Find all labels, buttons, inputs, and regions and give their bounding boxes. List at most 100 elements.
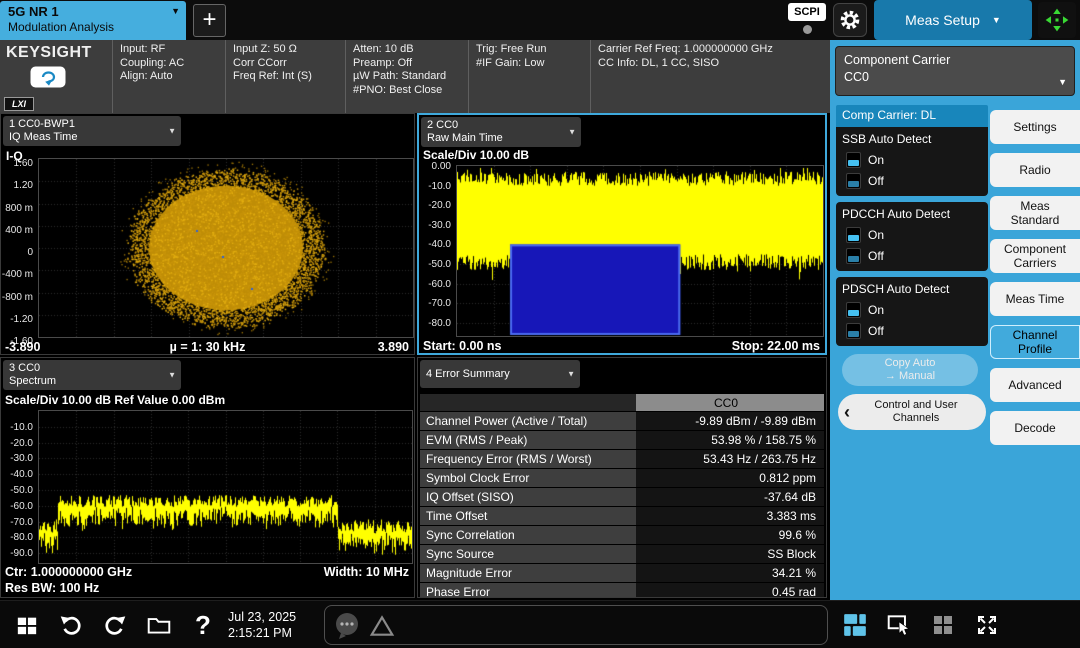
y-axis-tick: -50.0: [10, 485, 33, 496]
toggle-option-pdcch-auto-detect-off[interactable]: Off: [836, 245, 988, 266]
metric-label: EVM (RMS / Peak): [420, 431, 636, 449]
metric-value: CC0: [636, 394, 824, 411]
toggle-option-pdcch-auto-detect-on[interactable]: On: [836, 224, 988, 245]
table-header-row: CC0: [420, 394, 824, 412]
meas-setup-button[interactable]: Meas Setup ▼: [874, 0, 1032, 40]
metric-label: Channel Power (Active / Total): [420, 412, 636, 430]
annotation-bar: [324, 605, 828, 645]
speech-bubble-icon: [333, 611, 363, 641]
window-4-title-dropdown[interactable]: 4 Error Summary ▼: [420, 360, 580, 388]
metric-value: 0.45 rad: [636, 583, 824, 598]
y-axis-tick: 1.20: [14, 180, 33, 191]
toggle-option-ssb-auto-detect-off[interactable]: Off: [836, 170, 988, 191]
system-settings-button[interactable]: [833, 3, 867, 37]
spectrum-canvas[interactable]: [39, 411, 412, 563]
lxi-badge: LXI: [4, 97, 34, 111]
table-row: IQ Offset (SISO)-37.64 dB: [420, 488, 824, 507]
screen-layout-button[interactable]: [1038, 2, 1076, 38]
menu-tab-radio[interactable]: Radio: [990, 153, 1080, 187]
help-icon: ?: [195, 610, 211, 641]
table-row: Sync SourceSS Block: [420, 545, 824, 564]
error-summary-table: CC0Channel Power (Active / Total)-9.89 d…: [420, 394, 824, 598]
grid-layout-button[interactable]: [924, 606, 962, 644]
windows-start-button[interactable]: [8, 606, 46, 644]
iq-plot-area: [38, 158, 414, 338]
toggle-group-label: PDSCH Auto Detect: [836, 279, 988, 299]
window-3-spectrum: 3 CC0 Spectrum ▼ Scale/Div 10.00 dB Ref …: [0, 357, 415, 598]
menu-tab-settings[interactable]: Settings: [990, 110, 1080, 144]
redo-button[interactable]: [96, 606, 134, 644]
y-axis-tick: 1.60: [14, 158, 33, 169]
header-info-column: Input: RFCoupling: ACAlign: Auto: [112, 40, 225, 113]
y-axis-tick: 0: [27, 247, 33, 258]
toggle-option-label: On: [868, 303, 884, 317]
window-1-title-dropdown[interactable]: 1 CC0-BWP1 IQ Meas Time ▼: [3, 116, 181, 146]
w2-scale-label: Scale/Div 10.00 dB: [423, 148, 529, 162]
menu-tabs: Settings Radio Meas Standard Component Carr…: [990, 110, 1080, 445]
chevron-down-icon: ▼: [168, 369, 176, 382]
toggle-switch-icon: [846, 248, 861, 264]
menu-tab-component-carriers[interactable]: Component Carriers: [990, 239, 1080, 273]
y-axis-tick: -40.0: [428, 239, 451, 250]
file-button[interactable]: [140, 606, 178, 644]
datetime-display[interactable]: Jul 23, 2025 2:15:21 PM: [228, 609, 296, 641]
menu-tab-meas-standard[interactable]: Meas Standard: [990, 196, 1080, 230]
chevron-left-icon: ‹: [844, 406, 850, 418]
screen-layout-icon: [1044, 7, 1070, 33]
y-axis-tick: -80.0: [428, 318, 451, 329]
table-row: Symbol Clock Error0.812 ppm: [420, 469, 824, 488]
metric-value: -37.64 dB: [636, 488, 824, 506]
iq-constellation-canvas[interactable]: [39, 159, 413, 337]
window-2-title-dropdown[interactable]: 2 CC0 Raw Main Time ▼: [421, 117, 581, 147]
sweep-indicator-icon: [30, 66, 66, 93]
menu-tab-decode[interactable]: Decode: [990, 411, 1080, 445]
w3-rbw: Res BW: 100 Hz: [5, 581, 99, 595]
toggle-group-ssb-auto-detect: SSB Auto DetectOnOff: [836, 127, 988, 196]
scpi-indicator[interactable]: SCPI: [788, 3, 826, 34]
header-info-column: Carrier Ref Freq: 1.000000000 GHzCC Info…: [590, 40, 830, 113]
add-tab-button[interactable]: +: [193, 4, 226, 37]
scpi-led-icon: [803, 25, 812, 34]
control-and-user-channels-button[interactable]: ‹ Control and User Channels: [838, 394, 986, 430]
metric-value: -9.89 dBm / -9.89 dBm: [636, 412, 824, 430]
toggle-option-pdsch-auto-detect-off[interactable]: Off: [836, 320, 988, 341]
toggle-switch-icon: [846, 227, 861, 243]
y-axis-tick: -70.0: [10, 517, 33, 528]
mode-tab[interactable]: 5G NR 1 Modulation Analysis ▼: [0, 1, 186, 40]
copy-auto-to-manual-button[interactable]: Copy Auto → Manual: [842, 354, 978, 386]
y-axis-tick: 800 m: [5, 203, 33, 214]
y-axis-tick: -10.0: [10, 422, 33, 433]
chevron-down-icon: ▼: [567, 368, 575, 381]
screen-capture-button[interactable]: [880, 606, 918, 644]
toggle-option-label: Off: [868, 324, 884, 338]
w3-ticks: -10.0-20.0-30.0-40.0-50.0-60.0-70.0-80.0…: [1, 410, 36, 566]
help-button[interactable]: ?: [184, 606, 222, 644]
fullscreen-button[interactable]: [968, 606, 1006, 644]
grid-icon: [931, 613, 955, 637]
metric-label: Time Offset: [420, 507, 636, 525]
undo-button[interactable]: [52, 606, 90, 644]
component-carrier-dropdown[interactable]: Component Carrier CC0 ▼: [835, 46, 1075, 96]
chevron-down-icon: ▼: [568, 126, 576, 139]
triangle-annotation-button[interactable]: [369, 613, 395, 644]
control-channels-label: Control and User Channels: [854, 399, 978, 425]
comment-bubble-button[interactable]: [333, 611, 363, 646]
window-3-title-dropdown[interactable]: 3 CC0 Spectrum ▼: [3, 360, 181, 390]
y-axis-tick: -400 m: [2, 269, 33, 280]
table-row: EVM (RMS / Peak)53.98 % / 158.75 %: [420, 431, 824, 450]
measurement-name: Modulation Analysis: [8, 20, 178, 34]
toggle-group-pdsch-auto-detect: PDSCH Auto Detect On Off: [836, 277, 988, 346]
w1-x-min: -3.890: [5, 340, 40, 354]
y-axis-tick: -80.0: [10, 532, 33, 543]
menu-tab-meas-time[interactable]: Meas Time: [990, 282, 1080, 316]
toggle-option-ssb-auto-detect-on[interactable]: On: [836, 149, 988, 170]
toggle-switch-icon: [846, 173, 861, 189]
window-tiles-button[interactable]: [836, 606, 874, 644]
window-1-iq-meas-time: 1 CC0-BWP1 IQ Meas Time ▼ I-Q 1.601.2080…: [0, 113, 415, 355]
toggle-option-pdsch-auto-detect-on[interactable]: On: [836, 299, 988, 320]
instrument-header: KEYSIGHT LXI Input: RFCoupling: ACAlign:…: [0, 40, 830, 113]
raw-main-time-canvas[interactable]: [457, 166, 823, 336]
metric-label: IQ Offset (SISO): [420, 488, 636, 506]
menu-tab-advanced[interactable]: Advanced: [990, 368, 1080, 402]
menu-tab-channel-profile[interactable]: Channel Profile: [990, 325, 1080, 359]
